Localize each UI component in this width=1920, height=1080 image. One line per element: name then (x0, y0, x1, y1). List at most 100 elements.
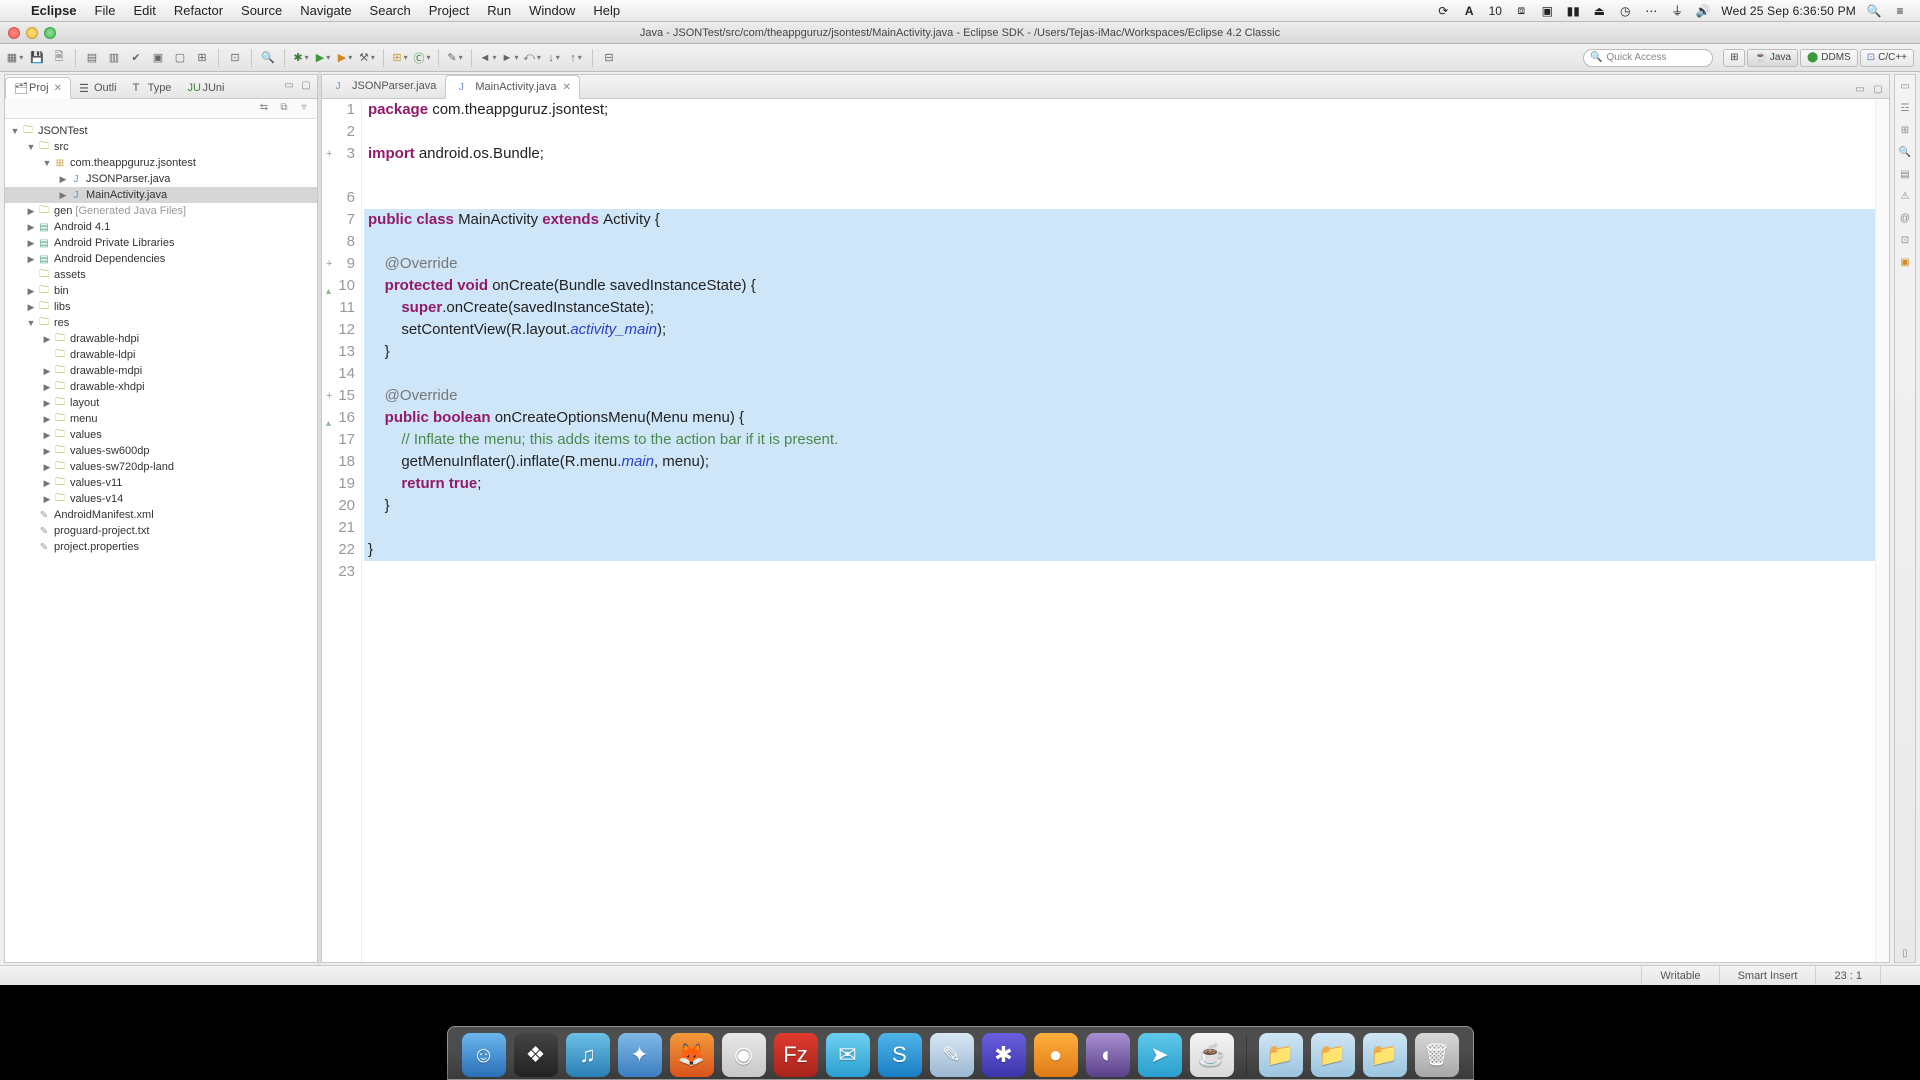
minimize-editor-icon[interactable]: ▭ (1853, 84, 1867, 98)
perspective-java[interactable]: ☕Java (1747, 49, 1798, 67)
link-editor-icon[interactable]: ⧉ (277, 102, 291, 116)
tree-res-item[interactable]: ▶🗀menu (5, 411, 317, 427)
collapse-all-icon[interactable]: ⇆ (257, 102, 271, 116)
trim-icon[interactable]: ▯ (1898, 948, 1912, 962)
dock-app-app3[interactable]: ➤ (1138, 1033, 1182, 1077)
dock-app-messages[interactable]: ✉ (826, 1033, 870, 1077)
problems-icon[interactable]: ⚠ (1898, 191, 1912, 205)
tree-res-item[interactable]: ▶🗀values-sw600dp (5, 443, 317, 459)
dock-app-skype[interactable]: S (878, 1033, 922, 1077)
view-tab-project-explorer[interactable]: 🗂 Proj ✕ (5, 77, 71, 99)
pin-icon[interactable]: ⊟ (600, 49, 618, 67)
menu-navigate[interactable]: Navigate (291, 3, 360, 18)
save-icon[interactable]: 💾 (28, 49, 46, 67)
tree-res-item[interactable]: ▶🗀values-v14 (5, 491, 317, 507)
maximize-view-icon[interactable]: ▢ (299, 80, 313, 94)
debug-icon[interactable]: ✱ (292, 49, 310, 67)
dock-app-firefox[interactable]: 🦊 (670, 1033, 714, 1077)
new-xml-icon[interactable]: ⊞ (193, 49, 211, 67)
dock-folder1[interactable]: 📁 (1259, 1033, 1303, 1077)
search-icon[interactable]: 🔍 (259, 49, 277, 67)
dock-trash[interactable]: 🗑 (1415, 1033, 1459, 1077)
view-menu-icon[interactable]: ▿ (297, 102, 311, 116)
run-icon[interactable]: ▶ (314, 49, 332, 67)
search-view-icon[interactable]: 🔍 (1898, 147, 1912, 161)
code-body[interactable]: package com.theappguruz.jsontest; import… (362, 99, 1875, 962)
run-last-icon[interactable]: ▶ (336, 49, 354, 67)
evernote-icon[interactable]: ▣ (1539, 4, 1555, 18)
declaration-icon[interactable]: ⊡ (1898, 235, 1912, 249)
view-tab-outline[interactable]: ☰Outli (71, 78, 125, 98)
tree-file-jsonparser[interactable]: ▶JJSONParser.java (5, 171, 317, 187)
tree-assets[interactable]: 🗀assets (5, 267, 317, 283)
menu-help[interactable]: Help (584, 3, 629, 18)
menu-edit[interactable]: Edit (124, 3, 164, 18)
close-icon[interactable]: ✕ (562, 82, 570, 93)
volume-icon[interactable]: 🔊 (1695, 4, 1711, 18)
view-tab-junit[interactable]: JUJUni (179, 78, 232, 98)
back-icon[interactable]: ◄ (479, 49, 497, 67)
tree-res-item[interactable]: ▶🗀drawable-hdpi (5, 331, 317, 347)
tree-manifest[interactable]: ✎AndroidManifest.xml (5, 507, 317, 523)
sdk-icon[interactable]: ▤ (83, 49, 101, 67)
tree-proguard[interactable]: ✎proguard-project.txt (5, 523, 317, 539)
tree-lib-android[interactable]: ▶▤Android 4.1 (5, 219, 317, 235)
prev-annotation-icon[interactable]: ↑ (567, 49, 585, 67)
tree-bin[interactable]: ▶🗀bin (5, 283, 317, 299)
logcat-icon[interactable]: ▣ (1898, 257, 1912, 271)
tree-package[interactable]: ▼⊞ com.theappguruz.jsontest (5, 155, 317, 171)
sync-icon[interactable]: ⟳ (1435, 4, 1451, 18)
tree-project[interactable]: ▼🗀 JSONTest (5, 123, 317, 139)
close-icon[interactable]: ✕ (54, 83, 62, 94)
dock-app-textedit[interactable]: ✎ (930, 1033, 974, 1077)
dock-app-eclipse[interactable]: ◐ (1086, 1033, 1130, 1077)
tree-res-item[interactable]: 🗀drawable-ldpi (5, 347, 317, 363)
open-perspective-button[interactable]: ⊞ (1723, 49, 1745, 67)
overview-ruler[interactable] (1875, 99, 1889, 962)
menu-app[interactable]: Eclipse (22, 3, 86, 18)
quick-access-input[interactable]: 🔍 Quick Access (1583, 49, 1713, 67)
tree-res-item[interactable]: ▶🗀layout (5, 395, 317, 411)
tree-file-mainactivity[interactable]: ▶JMainActivity.java (5, 187, 317, 203)
new-project-icon[interactable]: ▣ (149, 49, 167, 67)
restore-icon[interactable]: ▭ (1898, 81, 1912, 95)
perspective-cpp[interactable]: ⊡C/C++ (1860, 49, 1914, 67)
dock-app-mission[interactable]: ❖ (514, 1033, 558, 1077)
new-test-icon[interactable]: ▢ (171, 49, 189, 67)
menu-source[interactable]: Source (232, 3, 291, 18)
code-editor[interactable]: 123 6789 10111213 14151617 18192021 2223… (322, 99, 1889, 962)
console-icon[interactable]: ▤ (1898, 169, 1912, 183)
maximize-editor-icon[interactable]: ▢ (1871, 84, 1885, 98)
dock-app-app1[interactable]: ✱ (982, 1033, 1026, 1077)
tree-projprops[interactable]: ✎project.properties (5, 539, 317, 555)
external-tools-icon[interactable]: ⚒ (358, 49, 376, 67)
eject-icon[interactable]: ⏏ (1591, 4, 1607, 18)
dock-app-chrome[interactable]: ◉ (722, 1033, 766, 1077)
editor-tab-mainactivity[interactable]: J MainActivity.java ✕ (445, 75, 580, 99)
dock-app-app2[interactable]: ● (1034, 1033, 1078, 1077)
spotlight-icon[interactable]: 🔍 (1866, 4, 1882, 18)
dock-app-filezilla[interactable]: Fz (774, 1033, 818, 1077)
tree-res-item[interactable]: ▶🗀values-sw720dp-land (5, 459, 317, 475)
outline-icon[interactable]: ⊞ (1898, 125, 1912, 139)
view-tab-type[interactable]: TType (125, 78, 180, 98)
new-class-icon[interactable]: Ⓒ (413, 49, 431, 67)
saveall-icon[interactable]: 🗎 (50, 49, 68, 67)
javadoc-icon[interactable]: @ (1898, 213, 1912, 227)
perspective-ddms[interactable]: ⬤DDMS (1800, 49, 1858, 67)
new-package-icon[interactable]: ⊞ (391, 49, 409, 67)
menu-project[interactable]: Project (420, 3, 478, 18)
menu-file[interactable]: File (86, 3, 125, 18)
editor-tab-jsonparser[interactable]: J JSONParser.java (322, 74, 445, 98)
bluetooth-icon[interactable]: ⋯ (1643, 4, 1659, 18)
open-type-icon[interactable]: ⊡ (226, 49, 244, 67)
project-tree[interactable]: ▼🗀 JSONTest ▼🗀 src (5, 119, 317, 962)
dock-app-itunes[interactable]: ♫ (566, 1033, 610, 1077)
timemachine-icon[interactable]: ◷ (1617, 4, 1633, 18)
tree-res-item[interactable]: ▶🗀values-v11 (5, 475, 317, 491)
new-icon[interactable]: ▦ (6, 49, 24, 67)
dropbox-icon[interactable]: ⧈ (1513, 3, 1529, 18)
minimize-view-icon[interactable]: ▭ (282, 80, 296, 94)
tree-gen[interactable]: ▶🗀gen [Generated Java Files] (5, 203, 317, 219)
tree-libs-folder[interactable]: ▶🗀libs (5, 299, 317, 315)
